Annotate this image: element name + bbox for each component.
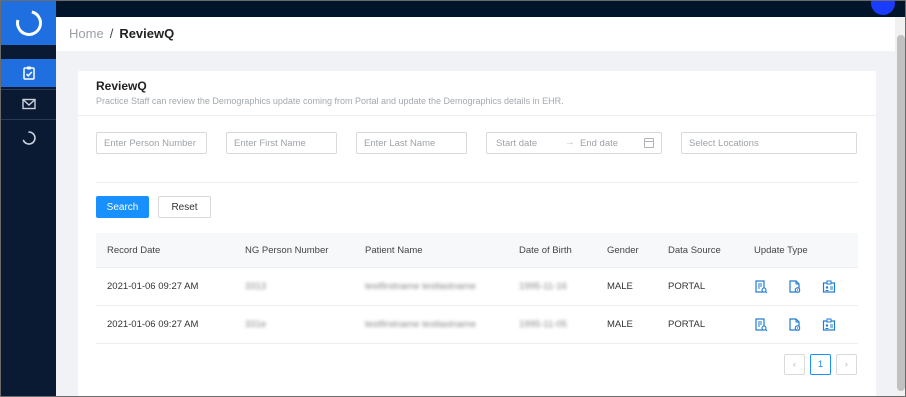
locations-select[interactable] [681, 132, 857, 154]
patient-name-cell: testfirstname testlastname [365, 319, 476, 330]
breadcrumb-current: ReviewQ [119, 26, 175, 41]
page-scrollbar[interactable] [895, 17, 905, 396]
date-of-birth-cell: 1995-11-05 [519, 319, 567, 330]
page-description: Practice Staff can review the Demographi… [96, 96, 564, 106]
pagination-prev-button[interactable]: ‹ [784, 354, 805, 375]
update-type-actions [751, 268, 839, 305]
breadcrumb: Home / ReviewQ [69, 26, 174, 41]
mail-icon [21, 98, 36, 110]
column-header-date-of-birth[interactable]: Date of Birth [519, 233, 572, 267]
page-header: Home / ReviewQ [56, 17, 895, 51]
loading-spinner-icon [22, 131, 36, 145]
app-window: Home / ReviewQ ReviewQ Practice Staff ca… [0, 0, 906, 397]
data-source-cell: PORTAL [668, 281, 706, 292]
search-button[interactable]: Search [96, 196, 149, 218]
sidebar-item-messages[interactable] [1, 90, 56, 118]
date-of-birth-cell: 1995-11-16 [519, 281, 567, 292]
breadcrumb-separator: / [109, 26, 114, 41]
reset-button[interactable]: Reset [158, 196, 211, 218]
id-card-icon[interactable] [819, 277, 839, 297]
clipboard-check-icon [22, 66, 35, 80]
document-settings-icon[interactable] [785, 315, 805, 335]
data-source-cell: PORTAL [668, 319, 706, 330]
person-number-input[interactable] [96, 132, 207, 154]
review-table: Record Date NG Person Number Patient Nam… [96, 233, 858, 344]
range-arrow: → [565, 137, 575, 148]
person-number-cell: 3313 [245, 281, 267, 292]
column-header-record-date[interactable]: Record Date [107, 233, 160, 267]
document-settings-icon[interactable] [785, 277, 805, 297]
first-name-input[interactable] [226, 132, 337, 154]
logo[interactable] [1, 1, 56, 45]
id-card-icon[interactable] [819, 315, 839, 335]
divider [96, 182, 858, 183]
table-header: Record Date NG Person Number Patient Nam… [96, 233, 858, 268]
table-row[interactable]: 2021-01-06 09:27 AM 3313 testfirstname t… [96, 268, 858, 306]
breadcrumb-home-link[interactable]: Home [69, 26, 104, 41]
avatar[interactable] [871, 1, 895, 15]
table-row[interactable]: 2021-01-06 09:27 AM 331e testfirstname t… [96, 306, 858, 344]
pagination-page-1[interactable]: 1 [810, 354, 831, 375]
last-name-input[interactable] [356, 132, 467, 154]
end-date-field[interactable]: End date [580, 138, 618, 149]
gender-cell: MALE [607, 281, 633, 292]
sidebar-item-sync[interactable] [1, 124, 56, 152]
date-range-picker[interactable]: Start date → End date [486, 132, 662, 154]
gender-cell: MALE [607, 319, 633, 330]
top-bar [56, 1, 905, 17]
column-header-ng-person-number[interactable]: NG Person Number [245, 233, 328, 267]
column-header-gender[interactable]: Gender [607, 233, 639, 267]
logo-ring-icon [10, 5, 47, 41]
record-date-cell: 2021-01-06 09:27 AM [107, 319, 199, 330]
start-date-field[interactable]: Start date [496, 138, 537, 149]
divider [78, 115, 876, 116]
reviewq-card: ReviewQ Practice Staff can review the De… [78, 71, 876, 396]
pagination-next-button[interactable]: › [836, 354, 857, 375]
record-date-cell: 2021-01-06 09:27 AM [107, 281, 199, 292]
sidebar-item-reviewq[interactable] [1, 59, 56, 87]
update-type-actions [751, 306, 839, 343]
sidebar-divider [1, 119, 56, 120]
patient-name-cell: testfirstname testlastname [365, 281, 476, 292]
sidebar [1, 1, 56, 396]
person-number-cell: 331e [245, 319, 267, 330]
column-header-data-source[interactable]: Data Source [668, 233, 721, 267]
column-header-patient-name[interactable]: Patient Name [365, 233, 423, 267]
column-header-update-type: Update Type [754, 244, 808, 256]
document-review-icon[interactable] [751, 277, 771, 297]
calendar-icon [644, 138, 654, 148]
page-title: ReviewQ [96, 79, 147, 93]
document-review-icon[interactable] [751, 315, 771, 335]
scrollbar-thumb[interactable] [897, 35, 905, 391]
